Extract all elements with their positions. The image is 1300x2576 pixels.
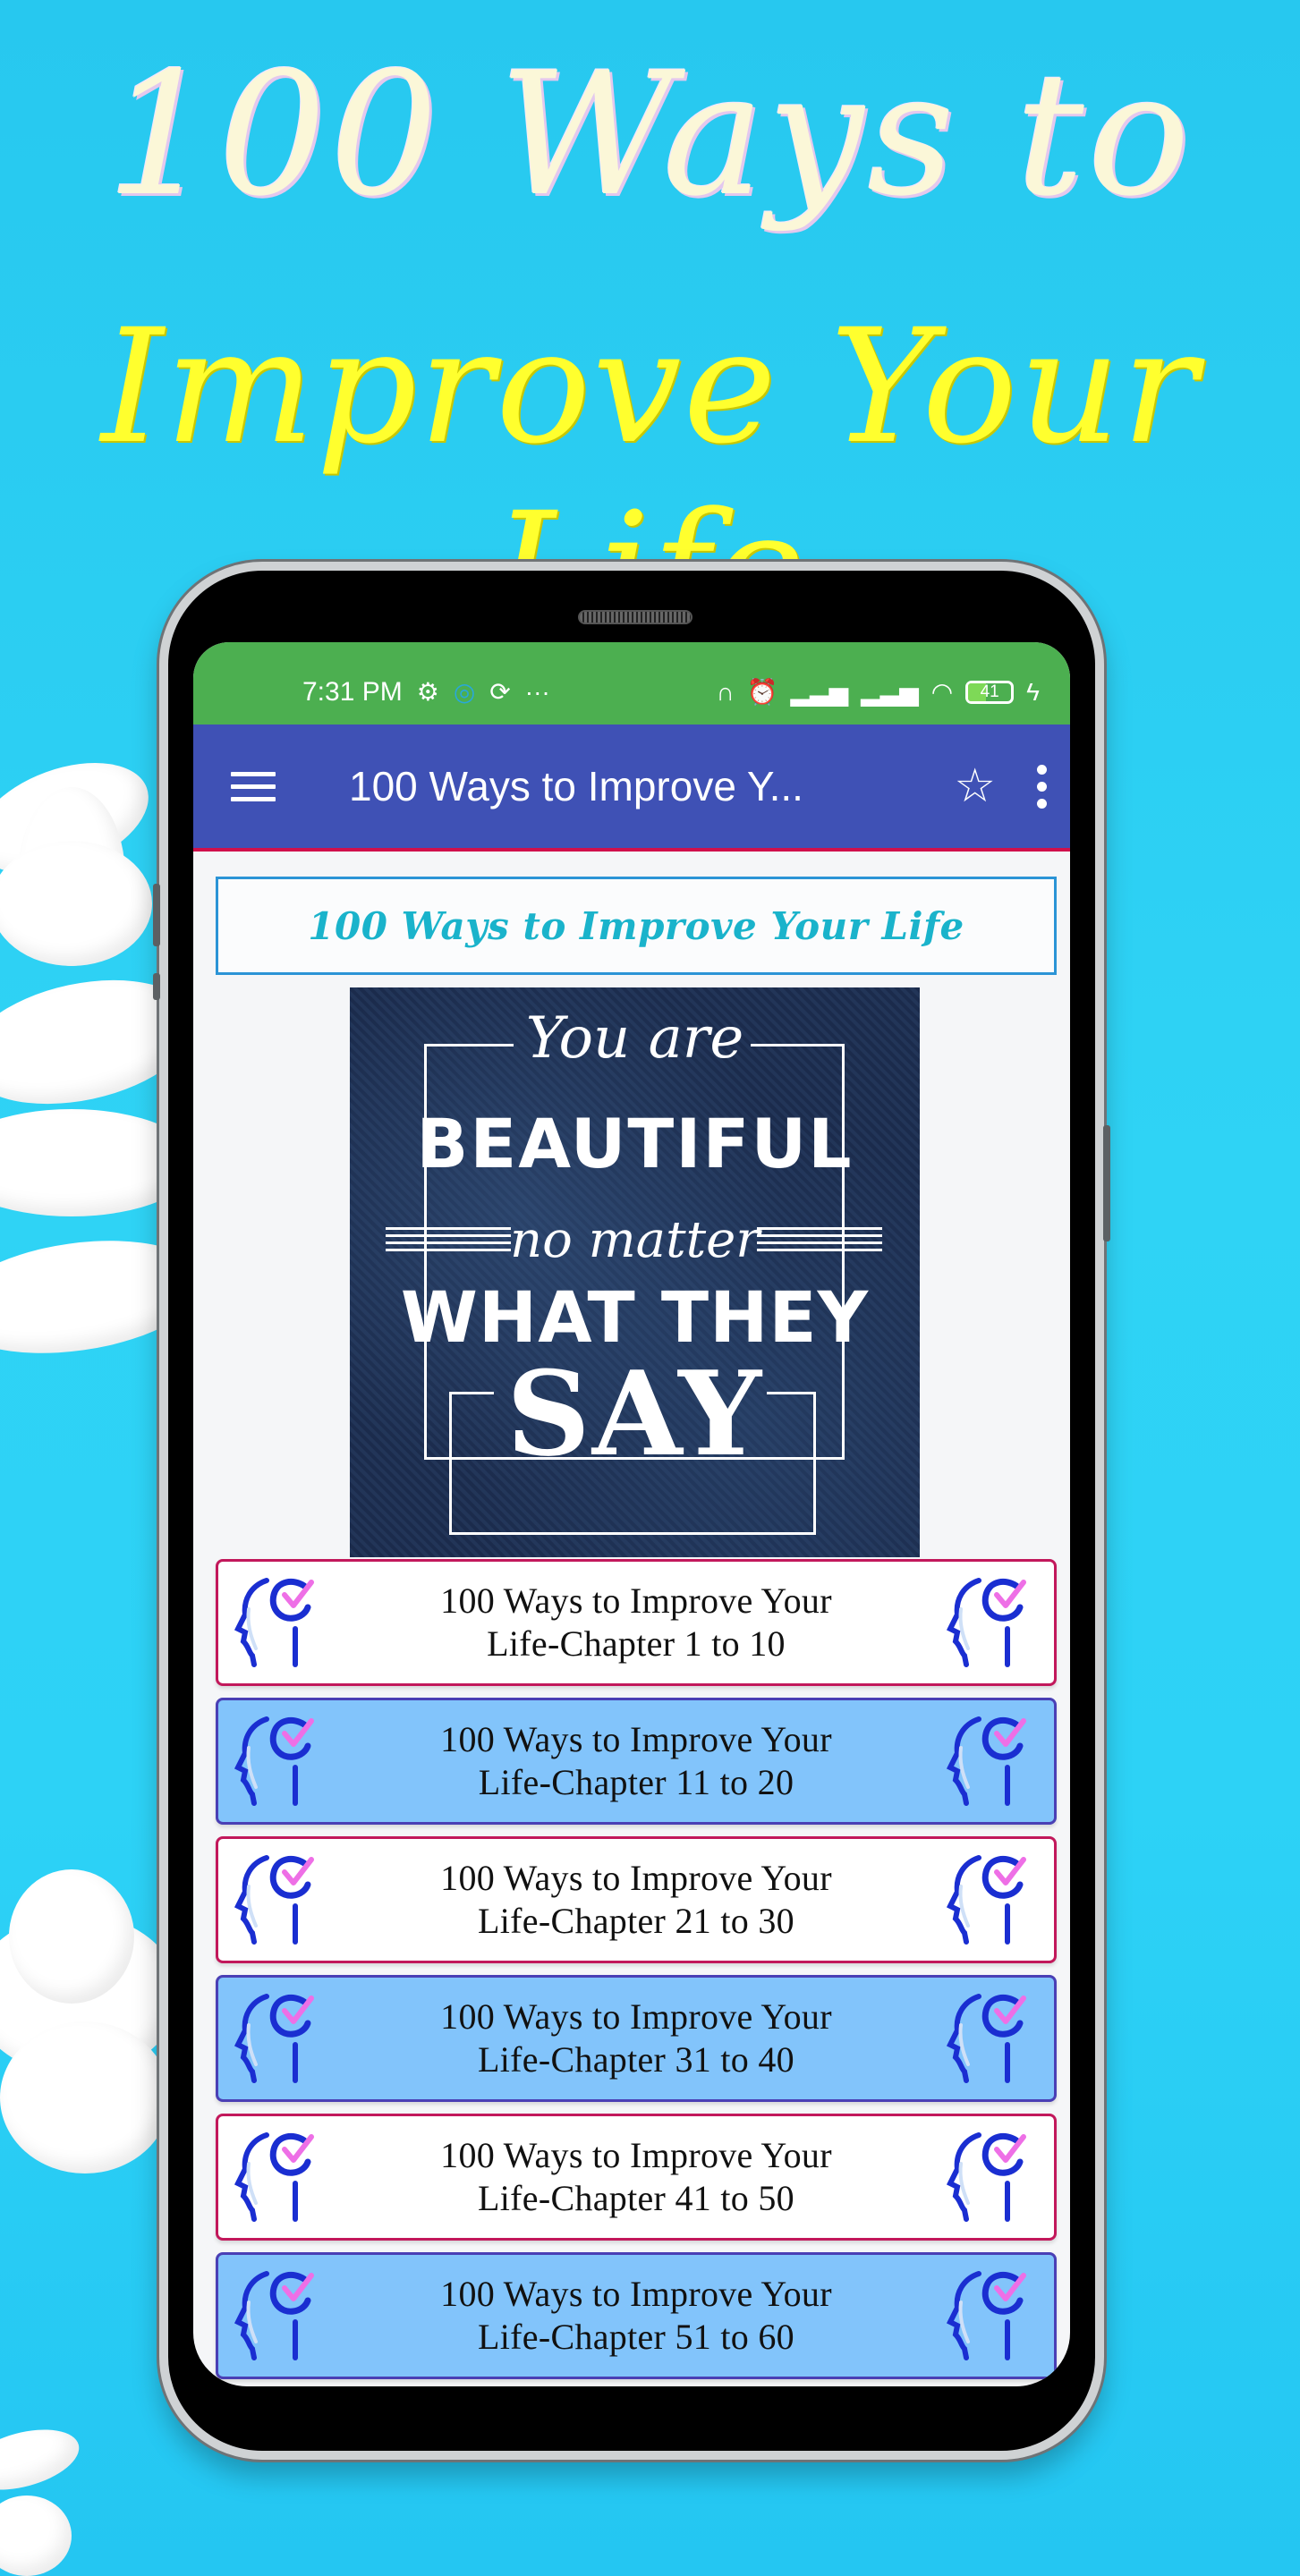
chapter-item[interactable]: 100 Ways to Improve Your Life-Chapter 21 …: [216, 1836, 1057, 1963]
head-checkmark-icon: [943, 1989, 1041, 2088]
app-title: 100 Ways to Improve Y...: [349, 763, 803, 809]
chapter-list: 100 Ways to Improve Your Life-Chapter 1 t…: [216, 1559, 1057, 2379]
app-bar: 100 Ways to Improve Y... ☆: [193, 724, 1070, 852]
charging-bolt-icon: ϟ: [1026, 678, 1040, 706]
more-vert-icon[interactable]: [1037, 764, 1047, 809]
headphones-icon: ∩: [716, 678, 735, 706]
chapter-item[interactable]: 100 Ways to Improve Your Life-Chapter 41 …: [216, 2114, 1057, 2241]
chapter-label-line1: 100 Ways to Improve Your: [440, 1580, 832, 1621]
bixby-button: [153, 973, 160, 1000]
wifi-icon: ◠: [930, 678, 954, 706]
phone-frame: 7:31 PM ⚙ ◎ ⟳ ··· ∩ ⏰ ▂▃▅ ▂▃▅ ◠ 41 ϟ 100…: [153, 562, 1110, 2460]
gear-icon: ⚙: [416, 678, 439, 706]
battery-icon: 41: [965, 681, 1015, 704]
chapter-item[interactable]: 100 Ways to Improve Your Life-Chapter 31 …: [216, 1975, 1057, 2102]
quote-line: BEAUTIFUL: [416, 1104, 854, 1183]
chapter-item[interactable]: 100 Ways to Improve Your Life-Chapter 1 t…: [216, 1559, 1057, 1686]
chapter-label-line2: Life-Chapter 41 to 50: [478, 2178, 794, 2218]
book-title-banner: 100 Ways to Improve Your Life: [216, 877, 1057, 975]
head-checkmark-icon: [943, 2267, 1041, 2365]
signal-icon: ▂▃▅: [790, 678, 849, 706]
chapter-label-line2: Life-Chapter 11 to 20: [478, 1762, 794, 1802]
chapter-label-line2: Life-Chapter 1 to 10: [487, 1623, 786, 1664]
quote-image: You are BEAUTIFUL no matter WHAT THEY SA…: [350, 987, 920, 1557]
volume-button: [153, 884, 160, 946]
share-icon: ⟳: [489, 678, 511, 706]
head-checkmark-icon: [943, 1712, 1041, 1810]
battery-level: 41: [980, 682, 999, 701]
head-checkmark-icon: [231, 1712, 329, 1810]
earpiece-speaker: [578, 610, 692, 624]
chapter-label: 100 Ways to Improve Your Life-Chapter 51 …: [329, 2273, 943, 2359]
head-checkmark-icon: [943, 1851, 1041, 1949]
chapter-label: 100 Ways to Improve Your Life-Chapter 21 …: [329, 1857, 943, 1943]
star-outline-icon[interactable]: ☆: [954, 759, 996, 813]
head-checkmark-icon: [231, 1573, 329, 1672]
main-content: 100 Ways to Improve Your Life You are BE…: [193, 852, 1070, 2379]
chapter-label-line1: 100 Ways to Improve Your: [440, 1996, 832, 2037]
chapter-label-line1: 100 Ways to Improve Your: [440, 1858, 832, 1898]
chapter-label: 100 Ways to Improve Your Life-Chapter 1 t…: [329, 1580, 943, 1665]
chapter-label-line2: Life-Chapter 51 to 60: [478, 2317, 794, 2357]
chapter-item[interactable]: 100 Ways to Improve Your Life-Chapter 51 …: [216, 2252, 1057, 2379]
more-notifications-icon: ···: [524, 678, 550, 706]
head-checkmark-icon: [943, 1573, 1041, 1672]
alarm-icon: ⏰: [746, 678, 778, 706]
head-checkmark-icon: [231, 2267, 329, 2365]
chapter-label-line1: 100 Ways to Improve Your: [440, 2274, 832, 2314]
signal-icon: ▂▃▅: [861, 678, 919, 706]
status-time: 7:31 PM: [302, 677, 403, 707]
messenger-icon: ◎: [453, 678, 476, 706]
head-checkmark-icon: [231, 1989, 329, 2088]
quote-line: no matter: [510, 1211, 760, 1269]
power-button: [1103, 1125, 1110, 1241]
chapter-label-line2: Life-Chapter 31 to 40: [478, 2039, 794, 2080]
head-checkmark-icon: [231, 2128, 329, 2226]
quote-line: You are: [525, 1005, 744, 1072]
quote-line: SAY: [506, 1345, 764, 1482]
chapter-label-line2: Life-Chapter 21 to 30: [478, 1901, 794, 1941]
chapter-item[interactable]: 100 Ways to Improve Your Life-Chapter 11 …: [216, 1698, 1057, 1825]
status-bar: 7:31 PM ⚙ ◎ ⟳ ··· ∩ ⏰ ▂▃▅ ▂▃▅ ◠ 41 ϟ: [193, 642, 1070, 724]
chapter-label: 100 Ways to Improve Your Life-Chapter 41 …: [329, 2134, 943, 2220]
chapter-label-line1: 100 Ways to Improve Your: [440, 2135, 832, 2175]
head-checkmark-icon: [231, 1851, 329, 1949]
chapter-label: 100 Ways to Improve Your Life-Chapter 11 …: [329, 1718, 943, 1804]
chapter-label-line1: 100 Ways to Improve Your: [440, 1719, 832, 1759]
hamburger-menu-icon[interactable]: [231, 771, 276, 801]
head-checkmark-icon: [943, 2128, 1041, 2226]
promo-headline-line1: 100 Ways to: [106, 36, 1194, 233]
app-screen: 7:31 PM ⚙ ◎ ⟳ ··· ∩ ⏰ ▂▃▅ ▂▃▅ ◠ 41 ϟ 100…: [193, 642, 1070, 2386]
chapter-label: 100 Ways to Improve Your Life-Chapter 31 …: [329, 1996, 943, 2081]
